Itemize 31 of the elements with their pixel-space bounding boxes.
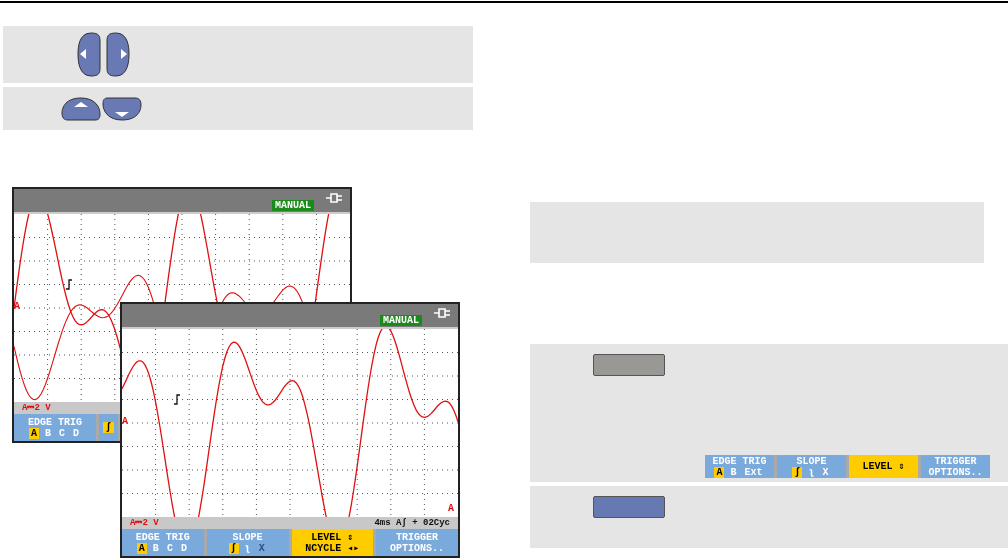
trigger-icon [65,279,73,290]
softkey[interactable]: LEVEL ⇕ [849,455,918,478]
mode-badge: MANUAL [380,315,422,326]
channel-marker: A [448,504,454,514]
right-arrow-key-icon [105,32,130,77]
softkey[interactable]: SLOPE ʃ ʅ X [777,455,846,478]
key-icon [593,496,665,518]
left-arrow-key-icon [77,32,102,77]
softkey-option[interactable]: ʃ [792,466,803,478]
softkey[interactable]: LEVEL ⇕ NCYCLE ◂▸ [291,529,374,556]
trigger-icon [173,394,181,405]
mode-badge: MANUAL [272,200,314,211]
down-arrow-key-icon [102,96,142,121]
softkey-option[interactable]: ʃ [103,422,114,433]
channel-marker: A [14,302,20,312]
up-arrow-key-icon [61,96,101,121]
key-icon [593,354,665,376]
softkey[interactable]: EDGE TRIG A B Ext [705,455,774,478]
softkey-option[interactable]: ʃ [228,542,239,554]
softkey[interactable]: EDGE TRIG A B C D [122,529,204,556]
timebase-readout: 4ms Aʃ + 02Cyc [374,518,450,528]
volts-readout: A⎓2 V [22,403,51,413]
power-plug-icon [326,193,342,203]
softkey-option[interactable]: A [28,427,39,439]
power-plug-icon [434,308,450,318]
softkey[interactable]: EDGE TRIG A B C D [14,414,96,441]
channel-marker: A [122,417,128,427]
volts-readout: A⎓2 V [130,518,159,528]
softkey[interactable]: ʃ [99,414,118,441]
softkey-option[interactable]: A [714,466,725,478]
softkey-option[interactable]: A [136,542,147,554]
